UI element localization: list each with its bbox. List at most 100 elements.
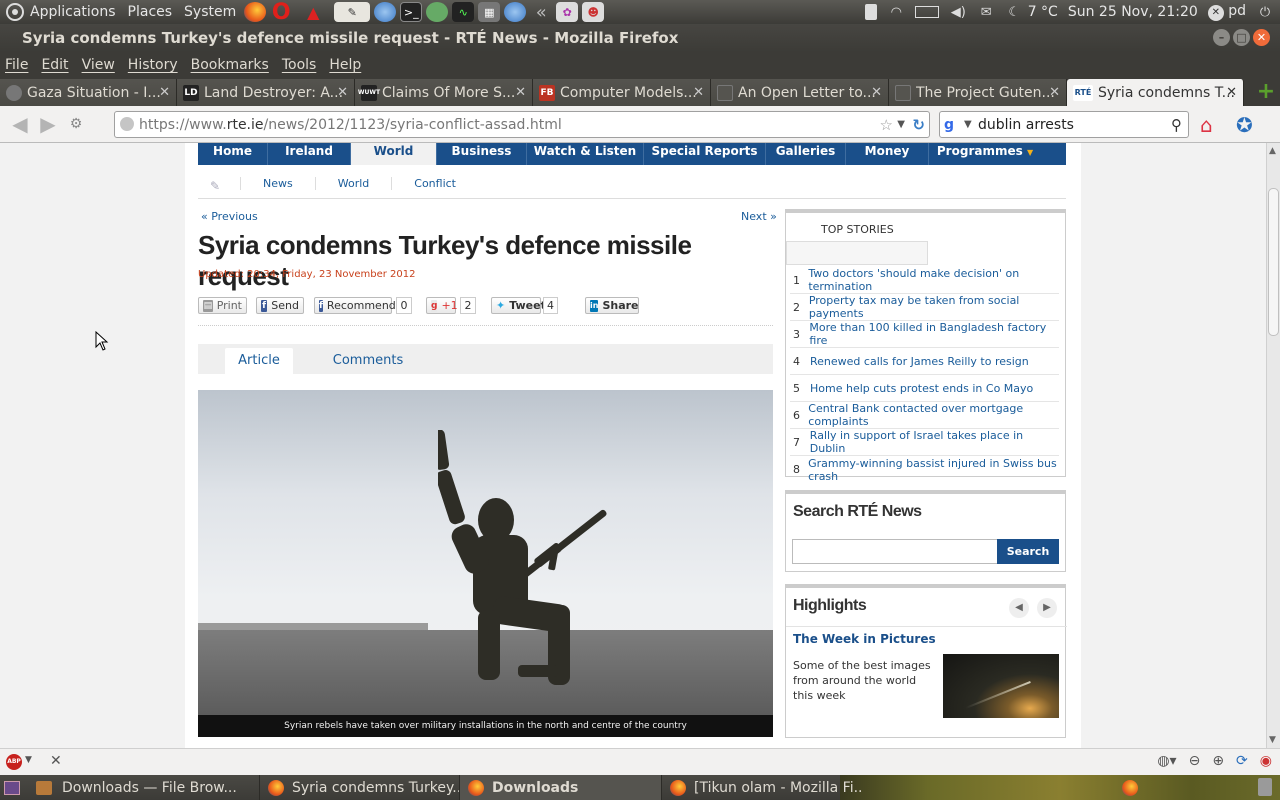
story-link[interactable]: Property tax may be taken from social pa… — [809, 294, 1059, 320]
scroll-up-icon[interactable]: ▲ — [1269, 146, 1276, 156]
back-launcher-icon[interactable]: « — [530, 2, 552, 23]
google-engine-icon[interactable]: g — [944, 117, 961, 134]
close-window-button[interactable]: ✕ — [1253, 29, 1270, 46]
tab-land-destroyer[interactable]: LD Land Destroyer: A... ✕ — [177, 79, 355, 106]
home-icon[interactable]: ⌂ — [1200, 114, 1222, 136]
top-stories-tab[interactable] — [786, 241, 928, 265]
zoom-in-icon[interactable]: ⊕ — [1212, 753, 1224, 769]
weather-readout[interactable]: ☾ 7 °C — [1005, 4, 1057, 20]
maximize-button[interactable]: □ — [1233, 29, 1250, 46]
new-tab-button[interactable]: + — [1255, 81, 1277, 104]
previous-link[interactable]: « Previous — [201, 210, 258, 223]
identity-icon[interactable]: ⚙ — [62, 112, 90, 136]
highlight-item-title[interactable]: The Week in Pictures — [793, 632, 936, 646]
search-icon[interactable]: ⚲ — [1171, 116, 1182, 134]
close-tab-icon[interactable]: ✕ — [337, 85, 348, 100]
tweet-button[interactable]: ✦ Tweet — [491, 297, 546, 314]
menu-tools[interactable]: Tools — [282, 57, 317, 73]
tab-open-letter[interactable]: An Open Letter to... ✕ — [711, 79, 889, 106]
story-link[interactable]: Central Bank contacted over mortgage com… — [808, 402, 1059, 428]
back-button[interactable]: ◀ — [6, 112, 34, 136]
bird-launcher-icon[interactable]: ▲ — [296, 2, 330, 22]
linkedin-share-button[interactable]: in Share — [585, 297, 639, 314]
previous-arrow-icon[interactable]: ◀ — [1009, 598, 1029, 618]
lifesaver-icon[interactable]: ◉ — [1260, 753, 1272, 769]
search-news-input[interactable] — [792, 539, 998, 564]
wifi-icon[interactable]: ◠ — [887, 5, 905, 20]
applications-menu[interactable]: Applications — [0, 0, 122, 24]
tray-app-launcher-icon[interactable]: ☻ — [582, 2, 605, 22]
list-item[interactable]: 6 Central Bank contacted over mortgage co… — [790, 402, 1059, 429]
tab-article[interactable]: Article — [225, 348, 293, 374]
story-link[interactable]: Grammy-winning bassist injured in Swiss … — [808, 457, 1059, 483]
sync-icon[interactable]: ⟳ — [1236, 753, 1248, 769]
menu-edit[interactable]: Edit — [41, 57, 68, 73]
globe-launcher-icon[interactable] — [504, 2, 527, 22]
close-tab-icon[interactable]: ✕ — [159, 85, 170, 100]
nav-money[interactable]: Money — [846, 143, 929, 165]
tab-comments[interactable]: Comments — [328, 348, 408, 374]
tab-syria-condemns[interactable]: RTÉ Syria condemns T... ✕ — [1067, 79, 1244, 106]
next-arrow-icon[interactable]: ▶ — [1037, 598, 1057, 618]
notification-icon[interactable] — [865, 4, 878, 20]
firefox-launcher-icon[interactable] — [244, 2, 267, 22]
places-menu[interactable]: Places — [122, 0, 179, 24]
screenshot-launcher-icon[interactable]: ▦ — [478, 2, 501, 22]
close-tab-icon[interactable]: ✕ — [515, 85, 526, 100]
system-monitor-launcher-icon[interactable]: ∿ — [452, 2, 475, 22]
globe-status-icon[interactable]: ◍▾ — [1157, 753, 1176, 769]
list-item[interactable]: 3 More than 100 killed in Bangladesh fact… — [790, 321, 1059, 348]
subnav-conflict[interactable]: Conflict — [391, 177, 478, 190]
bookmark-star-icon[interactable]: ☆ — [880, 116, 893, 134]
taskbar-item-syria[interactable]: Syria condemns Turkey... — [260, 775, 460, 800]
window-titlebar[interactable]: Syria condemns Turkey's defence missile … — [0, 24, 1280, 52]
list-item[interactable]: 4 Renewed calls for James Reilly to resig… — [790, 348, 1059, 375]
adblock-dropdown-icon[interactable]: ▼ — [25, 755, 32, 765]
menu-history[interactable]: History — [128, 57, 178, 73]
nav-ireland[interactable]: Ireland — [268, 143, 351, 165]
close-addon-bar-icon[interactable]: ✕ — [50, 753, 62, 769]
story-link[interactable]: Rally in support of Israel takes place i… — [810, 429, 1059, 455]
search-news-button[interactable]: Search — [997, 539, 1059, 564]
url-dropdown-icon[interactable]: ▼ — [897, 119, 905, 130]
user-menu[interactable]: ✕ pd — [1207, 3, 1246, 21]
taskbar-item-downloads[interactable]: Downloads — [460, 775, 662, 800]
mail-icon[interactable]: ✉ — [977, 5, 995, 20]
addon-icon[interactable]: ✪ — [1236, 114, 1258, 136]
page-scrollbar[interactable]: ▲ ▼ — [1266, 143, 1280, 748]
list-item[interactable]: 1 Two doctors 'should make decision' on t… — [790, 267, 1059, 294]
close-tab-icon[interactable]: ✕ — [871, 85, 882, 100]
list-item[interactable]: 8 Grammy-winning bassist injured in Swiss… — [790, 456, 1059, 483]
nav-programmes[interactable]: Programmes ▼ — [929, 143, 1041, 165]
close-tab-icon[interactable]: ✕ — [693, 85, 704, 100]
battery-icon[interactable] — [915, 6, 940, 18]
system-menu[interactable]: System — [178, 0, 242, 24]
clock[interactable]: Sun 25 Nov, 21:20 — [1068, 4, 1198, 20]
menu-bookmarks[interactable]: Bookmarks — [191, 57, 269, 73]
power-icon[interactable]: ⏻ — [1256, 5, 1274, 20]
tab-project-gutenberg[interactable]: The Project Guten... ✕ — [889, 79, 1067, 106]
scroll-down-icon[interactable]: ▼ — [1269, 735, 1276, 745]
subnav-world[interactable]: World — [314, 177, 392, 190]
list-item[interactable]: 5 Home help cuts protest ends in Co Mayo — [790, 375, 1059, 402]
story-link[interactable]: Two doctors 'should make decision' on te… — [808, 267, 1059, 293]
engine-dropdown-icon[interactable]: ▼ — [964, 119, 972, 130]
volume-icon[interactable]: ◀) — [949, 5, 967, 20]
menu-view[interactable]: View — [82, 57, 115, 73]
list-item[interactable]: 2 Property tax may be taken from social p… — [790, 294, 1059, 321]
adblock-plus-icon[interactable]: ABP — [6, 754, 22, 770]
tab-gaza[interactable]: Gaza Situation - I... ✕ — [0, 79, 177, 106]
trash-icon[interactable] — [1258, 778, 1272, 796]
browser-launcher-icon[interactable] — [374, 2, 397, 22]
minimize-button[interactable]: – — [1213, 29, 1230, 46]
reload-icon[interactable]: ↻ — [912, 116, 925, 134]
taskbar-item-tikun-olam[interactable]: [Tikun olam - Mozilla Fi... — [662, 775, 862, 800]
taskbar-item-file-browser[interactable]: Downloads — File Brow... — [28, 775, 260, 800]
close-tab-icon[interactable]: ✕ — [1049, 85, 1060, 100]
nav-business[interactable]: Business — [437, 143, 527, 165]
next-link[interactable]: Next » — [741, 210, 777, 223]
close-tab-icon[interactable]: ✕ — [1226, 85, 1237, 100]
nav-watch-listen[interactable]: Watch & Listen — [527, 143, 644, 165]
scrollbar-thumb[interactable] — [1268, 188, 1279, 336]
opera-launcher-icon[interactable]: O — [270, 0, 292, 25]
